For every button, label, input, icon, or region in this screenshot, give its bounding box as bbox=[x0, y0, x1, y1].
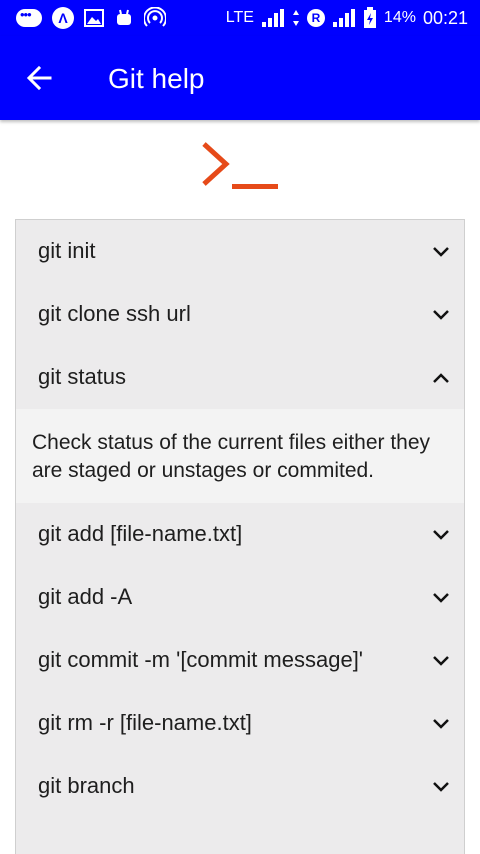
list-item[interactable]: git add [file-name.txt] bbox=[16, 503, 464, 566]
chevron-down-icon bbox=[433, 719, 449, 729]
chevron-up-icon bbox=[433, 373, 449, 383]
chevron-down-icon bbox=[433, 782, 449, 792]
list-item[interactable]: git commit -m '[commit message]' bbox=[16, 629, 464, 692]
command-label: git rm -r [file-name.txt] bbox=[38, 710, 252, 735]
list-item[interactable]: git status bbox=[16, 346, 464, 409]
list-item[interactable]: git rm -r [file-name.txt] bbox=[16, 692, 464, 755]
terminal-prompt-icon bbox=[196, 140, 286, 196]
command-list: git init git clone ssh url git status Ch… bbox=[15, 219, 465, 854]
command-label: git commit -m '[commit message]' bbox=[38, 647, 364, 672]
command-label: git add -A bbox=[38, 584, 133, 609]
command-label: git status bbox=[38, 364, 127, 389]
description-text: Check status of the current files either… bbox=[32, 431, 431, 482]
status-icons-left: Λ bbox=[16, 6, 166, 30]
command-label: git init bbox=[38, 238, 96, 263]
chevron-down-icon bbox=[433, 247, 449, 257]
command-label: git add [file-name.txt] bbox=[38, 521, 243, 546]
network-type-label: LTE bbox=[225, 9, 254, 26]
chevron-down-icon bbox=[433, 310, 449, 320]
battery-charging-icon bbox=[363, 7, 376, 28]
list-item[interactable]: git branch bbox=[16, 755, 464, 818]
app-bar: Git help bbox=[0, 36, 480, 120]
signal-icon bbox=[261, 9, 284, 27]
list-item[interactable]: git init bbox=[16, 220, 464, 283]
page-title: Git help bbox=[108, 63, 205, 94]
roaming-icon: R bbox=[306, 9, 325, 27]
status-icons-right: LTE R 14% 00:21 bbox=[226, 6, 468, 30]
gallery-icon bbox=[84, 9, 104, 27]
list-item[interactable]: git clone ssh url bbox=[16, 283, 464, 346]
signal-icon-2 bbox=[332, 9, 355, 27]
arrow-left-icon bbox=[26, 65, 52, 91]
command-label: git branch bbox=[38, 773, 135, 798]
status-bar: Λ LTE R 14% 00:21 bbox=[0, 0, 480, 36]
chevron-down-icon bbox=[433, 593, 449, 603]
android-icon bbox=[117, 9, 131, 25]
messages-icon bbox=[16, 7, 42, 27]
chevron-down-icon bbox=[433, 656, 449, 666]
battery-label: 14% bbox=[383, 9, 416, 26]
clock-label: 00:21 bbox=[422, 7, 468, 28]
hotspot-icon bbox=[144, 7, 166, 27]
list-item[interactable]: git add -A bbox=[16, 566, 464, 629]
back-button[interactable] bbox=[22, 60, 58, 96]
chevron-down-icon bbox=[433, 530, 449, 540]
app-icon: Λ bbox=[52, 7, 74, 29]
data-icon bbox=[292, 10, 299, 26]
command-description: Check status of the current files either… bbox=[16, 409, 464, 503]
command-label: git clone ssh url bbox=[38, 301, 191, 326]
